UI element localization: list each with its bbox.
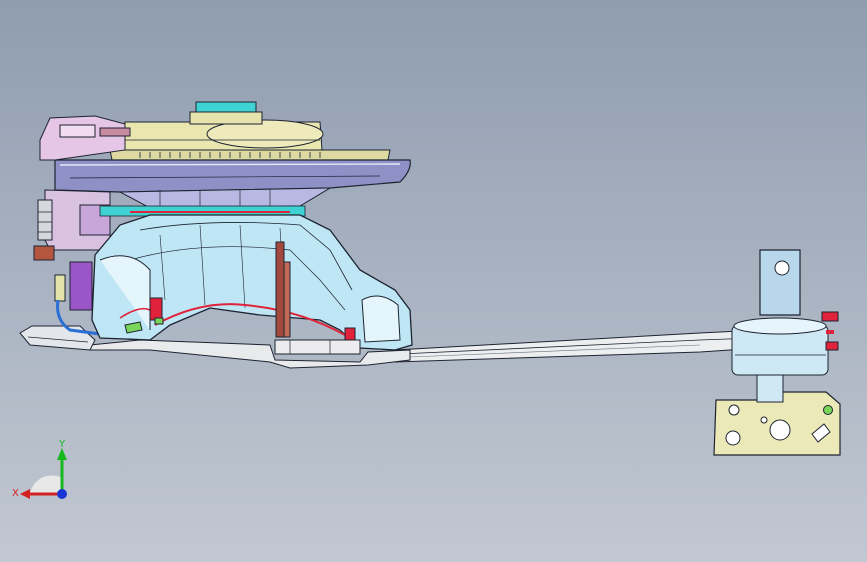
y-axis-label: Y <box>58 439 66 450</box>
linkage-arm[interactable] <box>394 329 761 363</box>
hub-shade <box>30 475 62 494</box>
3d-viewport[interactable]: Y X <box>0 0 867 562</box>
pivot-joint[interactable] <box>731 311 839 376</box>
top-cover-disk[interactable] <box>109 119 391 161</box>
orientation-triad: Y X <box>12 439 67 499</box>
left-foot[interactable] <box>19 325 96 351</box>
assembly-model[interactable] <box>0 0 867 562</box>
z-axis-dot <box>57 489 67 499</box>
top-cap[interactable] <box>189 101 263 125</box>
x-axis-arrow <box>20 489 30 499</box>
x-axis-label: X <box>12 488 19 499</box>
